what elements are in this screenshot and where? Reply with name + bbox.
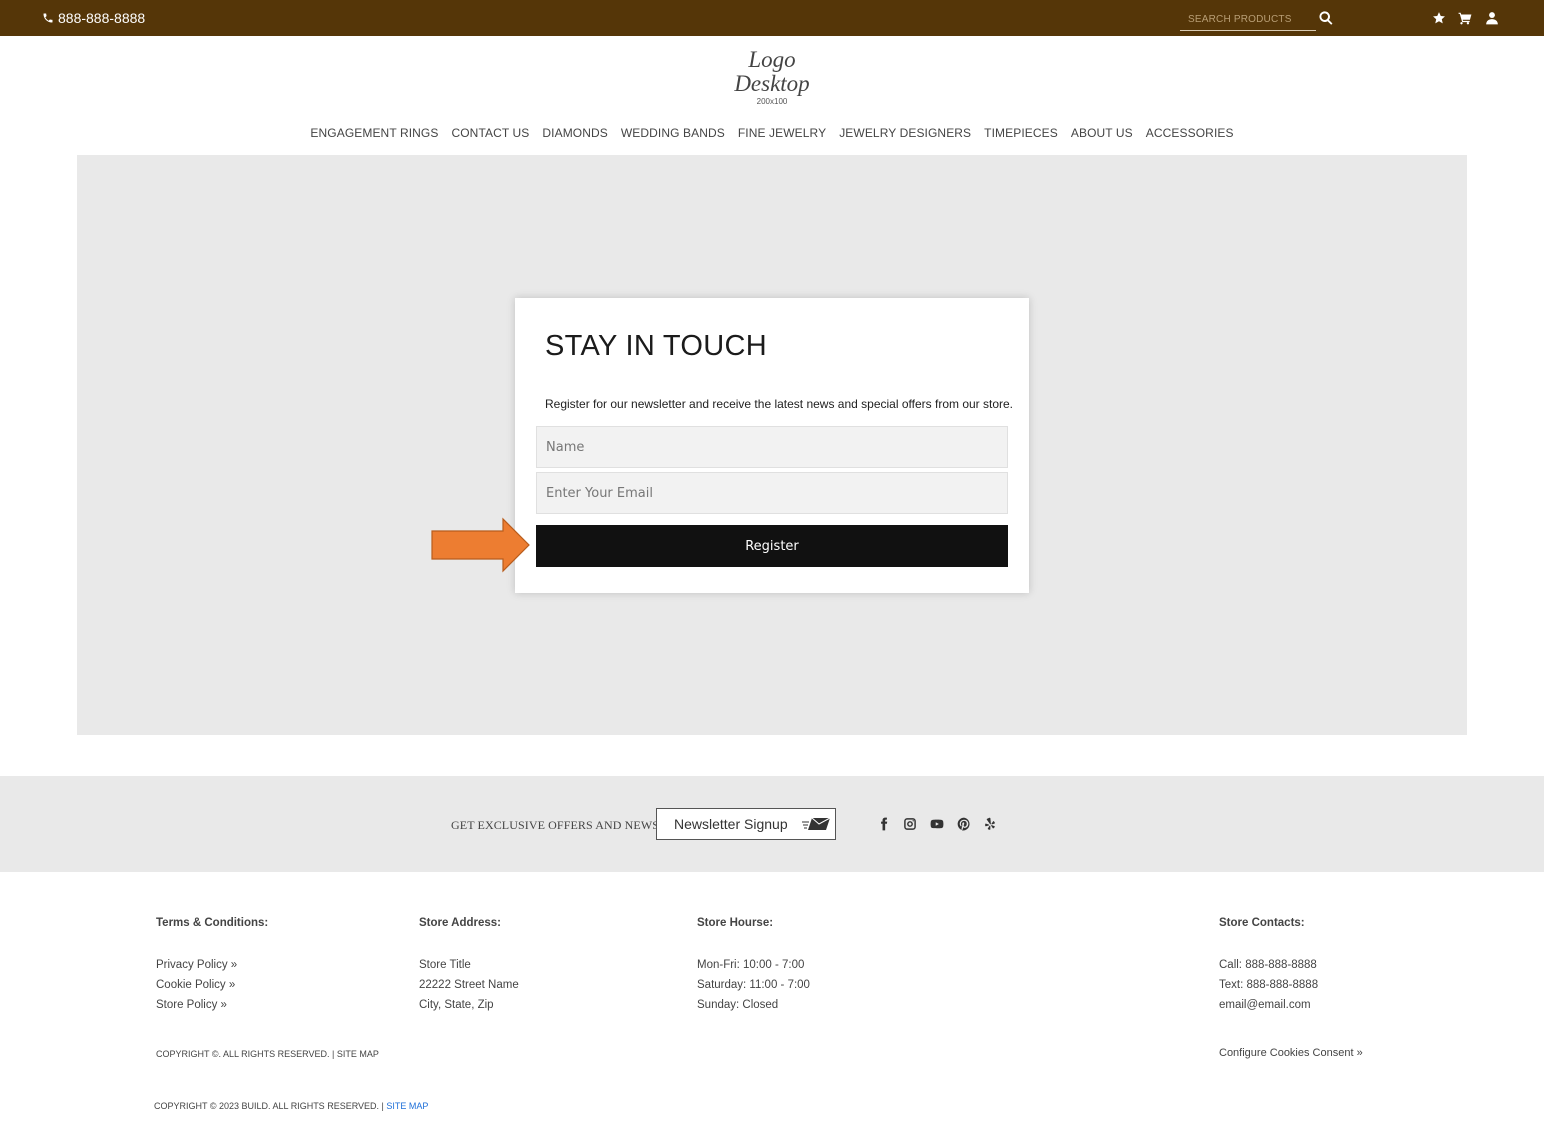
footer-address-heading: Store Address: xyxy=(419,917,502,929)
search-button[interactable] xyxy=(1318,10,1334,26)
signup-label: Newsletter Signup xyxy=(674,816,788,832)
address-line: City, State, Zip xyxy=(419,999,494,1011)
name-input[interactable] xyxy=(536,426,1008,468)
address-line: Store Title xyxy=(419,959,471,971)
search-box xyxy=(1180,8,1316,31)
phone-icon xyxy=(43,13,53,23)
nav-item-jewelry-designers[interactable]: JEWELRY DESIGNERS xyxy=(839,126,971,140)
nav-item-timepieces[interactable]: TIMEPIECES xyxy=(984,126,1058,140)
logo-line-1: Logo xyxy=(748,47,796,72)
footer-contacts-heading: Store Contacts: xyxy=(1219,917,1305,929)
contact-email[interactable]: email@email.com xyxy=(1219,995,1318,1015)
footer-address: Store Address: Store Title 22222 Street … xyxy=(419,917,519,1015)
newsletter-card: STAY IN TOUCH Register for our newslette… xyxy=(515,298,1029,593)
nav-item-contact-us[interactable]: CONTACT US xyxy=(451,126,529,140)
site-map-link[interactable]: SITE MAP xyxy=(386,1101,428,1111)
pinterest-icon xyxy=(957,817,970,831)
yelp-link[interactable] xyxy=(983,817,997,831)
nav-item-accessories[interactable]: ACCESSORIES xyxy=(1146,126,1234,140)
hours-line: Mon-Fri: 10:00 - 7:00 xyxy=(697,959,805,971)
store-policy-link[interactable]: Store Policy » xyxy=(156,999,227,1011)
copyright-line: COPYRIGHT ©. ALL RIGHTS RESERVED. | SITE… xyxy=(156,1049,379,1059)
copyright-text: COPYRIGHT © 2023 BUILD. ALL RIGHTS RESER… xyxy=(154,1101,387,1111)
footer-contacts: Store Contacts: Call: 888-888-8888 Text:… xyxy=(1219,917,1318,1015)
cart-icon xyxy=(1458,12,1472,25)
pinterest-link[interactable] xyxy=(957,817,971,831)
phone-link[interactable]: 888-888-8888 xyxy=(42,10,145,26)
card-title: STAY IN TOUCH xyxy=(545,330,767,362)
nav-item-about-us[interactable]: ABOUT US xyxy=(1071,126,1133,140)
contact-call[interactable]: Call: 888-888-8888 xyxy=(1219,955,1318,975)
footer-terms-heading: Terms & Conditions: xyxy=(156,917,269,929)
yelp-icon xyxy=(985,817,995,830)
youtube-icon xyxy=(930,819,944,829)
cart-button[interactable] xyxy=(1458,11,1472,25)
logo-line-2: Desktop xyxy=(734,71,810,96)
search-input[interactable] xyxy=(1180,8,1316,30)
facebook-icon xyxy=(881,817,888,831)
register-button[interactable]: Register xyxy=(536,525,1008,567)
configure-cookies-link[interactable]: Configure Cookies Consent » xyxy=(1219,1047,1363,1059)
copyright-line-bottom: COPYRIGHT © 2023 BUILD. ALL RIGHTS RESER… xyxy=(154,1101,428,1111)
footer-terms: Terms & Conditions: Privacy Policy » Coo… xyxy=(156,917,268,1015)
nav-item-engagement-rings[interactable]: ENGAGEMENT RINGS xyxy=(310,126,438,140)
address-line: 22222 Street Name xyxy=(419,979,519,991)
band-text: GET EXCLUSIVE OFFERS AND NEWS. xyxy=(451,818,663,832)
newsletter-signup-button[interactable]: Newsletter Signup xyxy=(656,808,836,840)
phone-number: 888-888-8888 xyxy=(58,10,146,26)
star-icon xyxy=(1433,12,1445,24)
user-icon xyxy=(1486,12,1498,25)
youtube-link[interactable] xyxy=(930,817,944,831)
footer-hours-heading: Store Hourse: xyxy=(697,917,774,929)
contact-text[interactable]: Text: 888-888-8888 xyxy=(1219,975,1318,995)
site-logo[interactable]: Logo Desktop 200x100 xyxy=(722,47,822,107)
nav-item-fine-jewelry[interactable]: FINE JEWELRY xyxy=(738,126,826,140)
footer-hours: Store Hourse: Mon-Fri: 10:00 - 7:00 Satu… xyxy=(697,917,810,1015)
nav-item-diamonds[interactable]: DIAMONDS xyxy=(542,126,607,140)
arrow-pointer-icon xyxy=(431,517,530,573)
instagram-link[interactable] xyxy=(903,817,917,831)
privacy-policy-link[interactable]: Privacy Policy » xyxy=(156,959,237,971)
main-nav: ENGAGEMENT RINGS CONTACT US DIAMONDS WED… xyxy=(0,126,1544,140)
cookie-policy-link[interactable]: Cookie Policy » xyxy=(156,979,235,991)
logo-size-label: 200x100 xyxy=(756,97,788,106)
hours-line: Saturday: 11:00 - 7:00 xyxy=(697,979,810,991)
hours-line: Sunday: Closed xyxy=(697,999,779,1011)
wishlist-button[interactable] xyxy=(1432,11,1446,25)
instagram-icon xyxy=(904,818,916,830)
email-input[interactable] xyxy=(536,472,1008,514)
top-bar: 888-888-8888 xyxy=(0,0,1544,36)
account-button[interactable] xyxy=(1485,11,1499,25)
envelope-icon xyxy=(801,817,830,830)
facebook-link[interactable] xyxy=(877,817,891,831)
search-icon xyxy=(1319,11,1333,25)
card-description: Register for our newsletter and receive … xyxy=(545,397,1014,411)
nav-item-wedding-bands[interactable]: WEDDING BANDS xyxy=(621,126,725,140)
